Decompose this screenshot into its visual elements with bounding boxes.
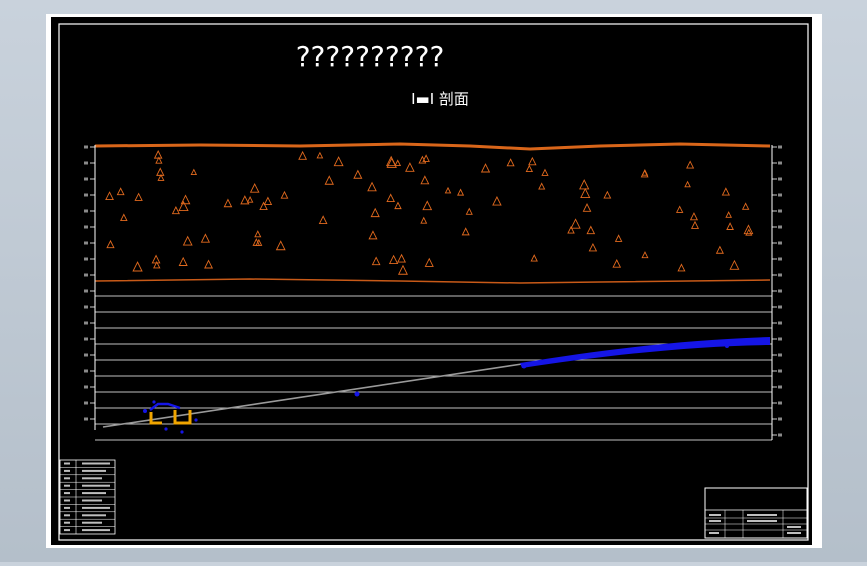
scale-label-mark bbox=[84, 257, 88, 261]
scale-label-mark bbox=[778, 241, 782, 245]
scale-label-mark bbox=[84, 337, 88, 341]
legend-cell-mark bbox=[82, 499, 102, 502]
scale-label-mark bbox=[778, 417, 782, 421]
scale-label-mark bbox=[778, 401, 782, 405]
title-block-frame bbox=[704, 487, 808, 539]
scale-label-mark bbox=[778, 145, 782, 149]
legend-cell-mark bbox=[82, 521, 102, 524]
title-block-text-mark bbox=[709, 532, 719, 534]
scale-label-mark bbox=[778, 209, 782, 213]
scale-label-mark bbox=[778, 321, 782, 325]
legend-cell-mark bbox=[64, 492, 70, 495]
legend-cell-mark bbox=[82, 477, 102, 480]
drawing-title: ?????????? bbox=[296, 40, 445, 73]
scale-label-mark bbox=[84, 305, 88, 309]
scale-label-mark bbox=[778, 385, 782, 389]
blue-marker bbox=[354, 391, 360, 397]
title-block-text-mark bbox=[709, 520, 721, 522]
scale-label-mark bbox=[778, 161, 782, 165]
legend-cell-mark bbox=[64, 499, 70, 502]
blue-marker bbox=[194, 418, 198, 422]
scale-label-mark bbox=[84, 273, 88, 277]
title-block-text-mark bbox=[709, 514, 721, 516]
scale-label-mark bbox=[778, 369, 782, 373]
scale-label-mark bbox=[778, 273, 782, 277]
scale-label-mark bbox=[84, 369, 88, 373]
scale-label-mark bbox=[84, 161, 88, 165]
scale-label-mark bbox=[778, 193, 782, 197]
legend-cell-mark bbox=[64, 469, 70, 472]
blue-marker bbox=[521, 363, 527, 369]
blue-marker bbox=[180, 430, 184, 434]
legend-cell-mark bbox=[64, 477, 70, 480]
section-title: I▬I 剖面 bbox=[411, 90, 469, 108]
legend-cell-mark bbox=[82, 469, 106, 472]
sheet-right-edge bbox=[812, 17, 817, 545]
legend-cell-mark bbox=[82, 529, 110, 532]
scale-label-mark bbox=[84, 401, 88, 405]
legend-cell-mark bbox=[82, 514, 106, 517]
title-block-text-mark bbox=[747, 514, 777, 516]
title-block-text-mark bbox=[747, 520, 777, 522]
blue-marker bbox=[143, 409, 147, 413]
scale-label-mark bbox=[84, 225, 88, 229]
scale-label-mark bbox=[84, 209, 88, 213]
blue-marker bbox=[152, 400, 156, 404]
scale-label-mark bbox=[778, 353, 782, 357]
legend-cell-mark bbox=[64, 462, 70, 465]
scale-label-mark bbox=[778, 257, 782, 261]
scale-label-mark bbox=[84, 417, 88, 421]
scale-label-mark bbox=[84, 385, 88, 389]
legend-cell-mark bbox=[64, 521, 70, 524]
scale-label-mark bbox=[84, 177, 88, 181]
legend-cell-mark bbox=[82, 462, 110, 465]
scale-label-mark bbox=[778, 305, 782, 309]
scale-label-mark bbox=[778, 177, 782, 181]
legend-cell-mark bbox=[64, 529, 70, 532]
scale-label-mark bbox=[778, 289, 782, 293]
drawing-canvas: ?????????? I▬I 剖面 bbox=[46, 14, 822, 548]
blue-marker bbox=[725, 344, 729, 348]
legend-cell-mark bbox=[82, 484, 110, 487]
scale-label-mark bbox=[778, 337, 782, 341]
legend-cell-mark bbox=[64, 506, 70, 509]
legend-cell-mark bbox=[64, 484, 70, 487]
title-block bbox=[704, 487, 808, 539]
scale-label-mark bbox=[778, 433, 782, 437]
legend-table bbox=[59, 459, 116, 535]
blue-marker bbox=[164, 427, 168, 431]
cad-viewport: ?????????? I▬I 剖面 bbox=[0, 0, 867, 562]
scale-label-mark bbox=[84, 241, 88, 245]
scale-label-mark bbox=[84, 193, 88, 197]
scale-label-mark bbox=[84, 321, 88, 325]
title-block-text-mark bbox=[787, 526, 801, 528]
legend-cell-mark bbox=[82, 492, 106, 495]
scale-label-mark bbox=[84, 353, 88, 357]
legend-cell-mark bbox=[82, 506, 110, 509]
title-block-text-mark bbox=[787, 532, 801, 534]
scale-label-mark bbox=[778, 225, 782, 229]
legend-cell-mark bbox=[64, 514, 70, 517]
scale-label-mark bbox=[84, 145, 88, 149]
scale-label-mark bbox=[84, 289, 88, 293]
